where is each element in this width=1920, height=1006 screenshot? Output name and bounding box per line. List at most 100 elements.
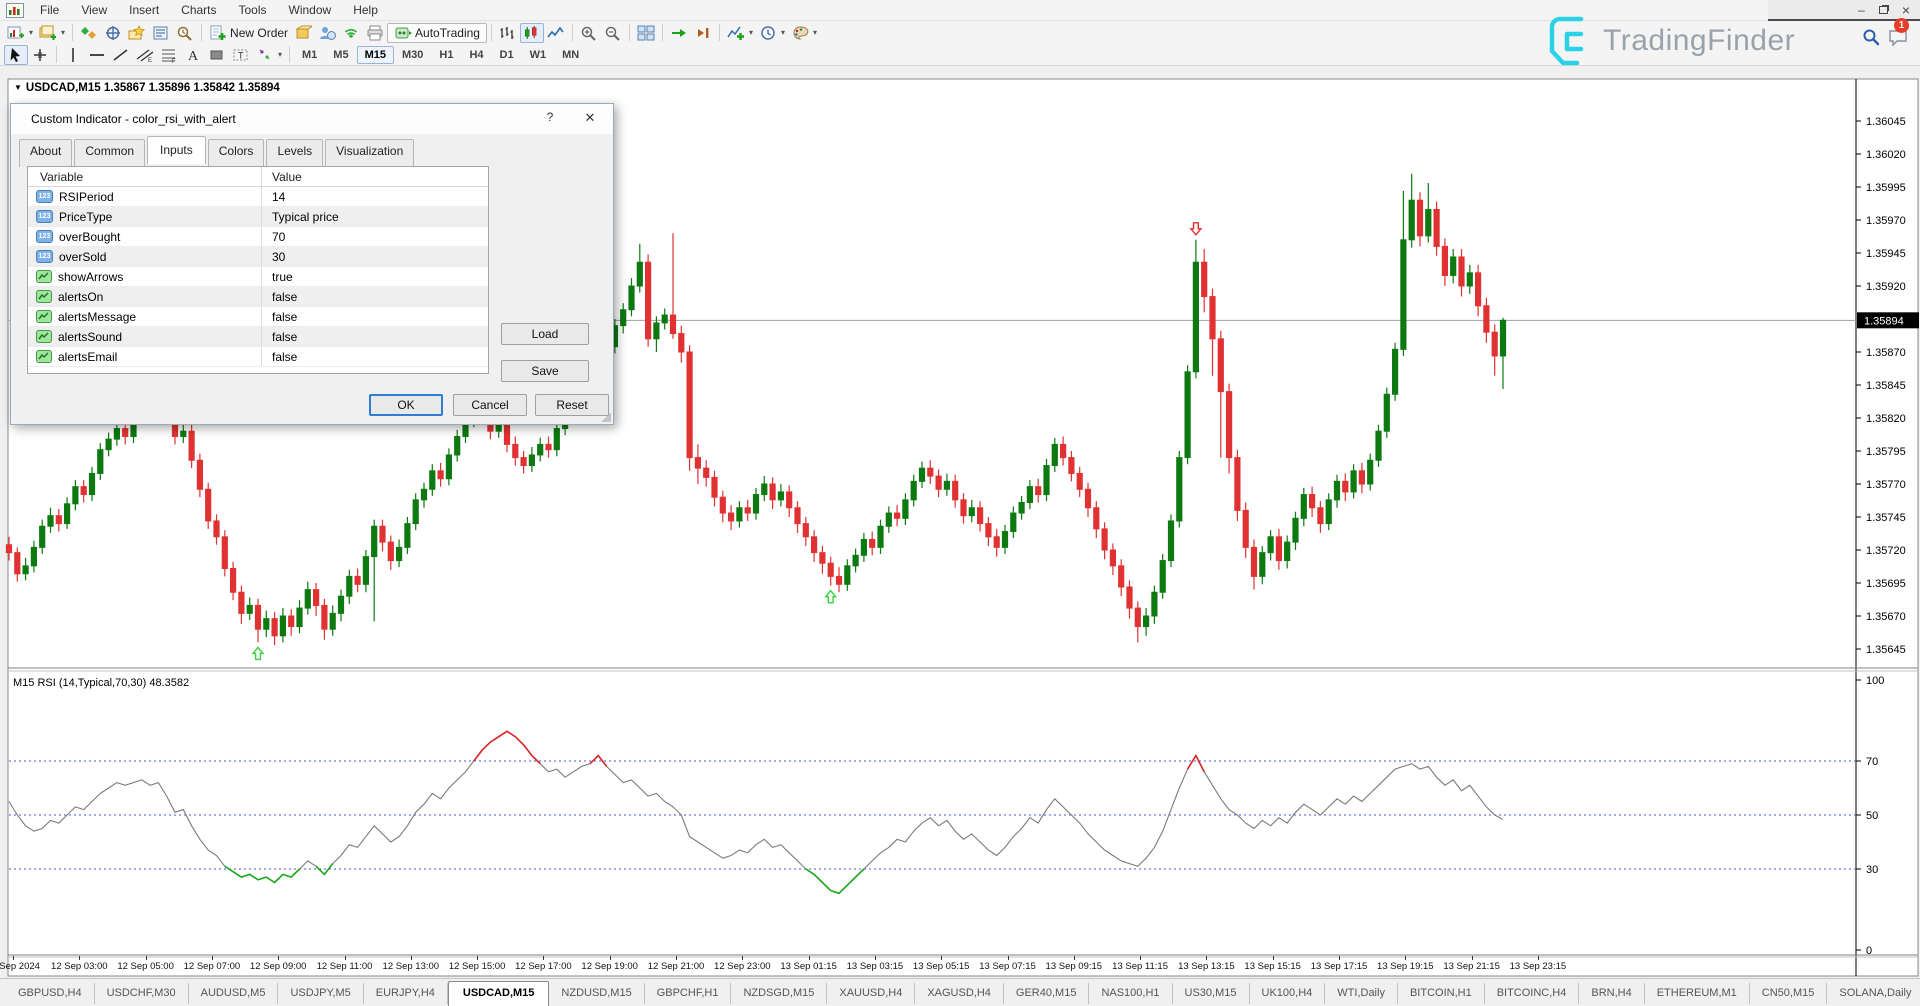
time-label: 13 Sep 23:15 — [1510, 961, 1567, 972]
param-row-rsiperiod[interactable]: 123RSIPeriod14 — [28, 187, 488, 207]
symbol-tab-nas100[interactable]: NAS100,H1 — [1089, 983, 1172, 1004]
symbol-tab-us30[interactable]: US30,M15 — [1173, 983, 1250, 1004]
svg-text:1.35870: 1.35870 — [1866, 347, 1906, 359]
collapse-triangle-icon[interactable]: ▼ — [14, 83, 22, 92]
param-name: alertsMessage — [58, 310, 136, 324]
symbol-tab-wti[interactable]: WTI,Daily — [1325, 983, 1398, 1004]
svg-text:1.35970: 1.35970 — [1866, 215, 1906, 227]
time-label: 12 Sep 13:00 — [383, 961, 440, 972]
time-label: 13 Sep 11:15 — [1112, 961, 1168, 972]
ok-button[interactable]: OK — [369, 394, 443, 416]
time-label: 12 Sep 17:00 — [515, 961, 572, 972]
time-label: 12 Sep 19:00 — [581, 961, 638, 972]
param-value[interactable]: false — [262, 290, 488, 304]
time-label: 13 Sep 03:15 — [847, 961, 904, 972]
time-label: 13 Sep 17:15 — [1311, 961, 1368, 972]
symbol-tab-ger40[interactable]: GER40,M15 — [1004, 983, 1090, 1004]
param-row-pricetype[interactable]: 123PriceTypeTypical price — [28, 207, 488, 227]
tradingfinder-wordmark: TradingFinder — [1603, 24, 1795, 58]
dialog-close-button[interactable]: ✕ — [579, 110, 601, 128]
series-param-icon — [36, 290, 52, 303]
symbol-tab-cn50[interactable]: CN50,M15 — [1750, 983, 1828, 1004]
symbol-tab-gbpchf[interactable]: GBPCHF,H1 — [645, 983, 732, 1004]
numeric-param-icon: 123 — [36, 250, 53, 263]
quote-symbol: USDCAD,M15 — [26, 82, 101, 94]
load-button[interactable]: Load — [501, 323, 589, 345]
symbol-tabs: GBPUSD,H4USDCHF,M30AUDUSD,M5USDJPY,M5EUR… — [6, 981, 1920, 1006]
tradingfinder-watermark: TradingFinder — [1545, 14, 1795, 68]
symbol-tab-solana[interactable]: SOLANA,Daily — [1827, 983, 1920, 1004]
tradingfinder-logo-icon — [1545, 14, 1591, 68]
current-price-tag: 1.35894 — [1864, 315, 1904, 327]
symbol-tab-usdchf[interactable]: USDCHF,M30 — [95, 983, 189, 1004]
series-param-icon — [36, 310, 52, 323]
svg-text:1.35770: 1.35770 — [1866, 479, 1906, 491]
svg-text:1.35845: 1.35845 — [1866, 380, 1906, 392]
resize-grip[interactable] — [601, 412, 611, 422]
reset-button[interactable]: Reset — [535, 394, 609, 416]
param-row-alertsemail[interactable]: alertsEmailfalse — [28, 347, 488, 367]
symbol-tab-ethereum[interactable]: ETHEREUM,M1 — [1645, 983, 1750, 1004]
time-label: 12 Sep 15:00 — [449, 961, 506, 972]
time-label: 13 Sep 21:15 — [1443, 961, 1500, 972]
symbol-tab-gbpusd[interactable]: GBPUSD,H4 — [6, 983, 95, 1004]
param-value[interactable]: 14 — [262, 190, 488, 204]
cancel-button[interactable]: Cancel — [453, 394, 527, 416]
time-label: 13 Sep 09:15 — [1046, 961, 1103, 972]
symbol-tab-usdcad[interactable]: USDCAD,M15 — [448, 981, 550, 1006]
symbol-tab-brn[interactable]: BRN,H4 — [1579, 983, 1644, 1004]
symbol-tab-eurjpy[interactable]: EURJPY,H4 — [364, 983, 448, 1004]
numeric-param-icon: 123 — [36, 230, 53, 243]
svg-text:1.36020: 1.36020 — [1866, 149, 1906, 161]
param-name: RSIPeriod — [59, 190, 114, 204]
param-name: alertsOn — [58, 290, 103, 304]
dialog-tab-colors[interactable]: Colors — [208, 139, 265, 167]
param-row-overbought[interactable]: 123overBought70 — [28, 227, 488, 247]
param-value[interactable]: false — [262, 350, 488, 364]
dialog-help-button[interactable]: ? — [539, 110, 561, 128]
param-value[interactable]: 30 — [262, 250, 488, 264]
param-value[interactable]: 70 — [262, 230, 488, 244]
time-label: 13 Sep 07:15 — [979, 961, 1036, 972]
time-label: 12 Sep 2024 — [0, 961, 40, 972]
param-name: PriceType — [59, 210, 112, 224]
svg-text:100: 100 — [1866, 675, 1884, 687]
symbol-tab-nzdsgd[interactable]: NZDSGD,M15 — [731, 983, 827, 1004]
symbol-tab-usdjpy[interactable]: USDJPY,M5 — [278, 983, 363, 1004]
dialog-tab-visualization[interactable]: Visualization — [325, 139, 414, 167]
symbol-tab-audusd[interactable]: AUDUSD,M5 — [189, 983, 279, 1004]
param-row-oversold[interactable]: 123overSold30 — [28, 247, 488, 267]
time-label: 12 Sep 07:00 — [184, 961, 241, 972]
dialog-tab-about[interactable]: About — [19, 139, 72, 167]
param-value[interactable]: true — [262, 270, 488, 284]
param-value[interactable]: false — [262, 310, 488, 324]
param-row-alertsmessage[interactable]: alertsMessage false — [28, 307, 488, 327]
param-value[interactable]: false — [262, 330, 488, 344]
time-axis[interactable]: 12 Sep 202412 Sep 03:0012 Sep 05:0012 Se… — [0, 958, 1856, 976]
dialog-tabs: AboutCommonInputsColorsLevelsVisualizati… — [19, 136, 416, 164]
param-name: showArrows — [58, 270, 123, 284]
svg-text:1.36045: 1.36045 — [1866, 116, 1906, 128]
symbol-tab-nzdusd[interactable]: NZDUSD,M15 — [549, 983, 644, 1004]
param-row-alertson[interactable]: alertsOn false — [28, 287, 488, 307]
charts-tab-bar: GBPUSD,H4USDCHF,M30AUDUSD,M5USDJPY,M5EUR… — [0, 978, 1920, 1006]
symbol-tab-bitcoinc[interactable]: BITCOINC,H4 — [1485, 983, 1580, 1004]
quote-header: ▼USDCAD,M15 1.35867 1.35896 1.35842 1.35… — [14, 82, 280, 94]
dialog-tab-common[interactable]: Common — [74, 139, 145, 167]
time-label: 13 Sep 01:15 — [780, 961, 837, 972]
symbol-tab-bitcoin[interactable]: BITCOIN,H1 — [1398, 983, 1485, 1004]
time-label: 12 Sep 03:00 — [51, 961, 108, 972]
symbol-tab-xauusd[interactable]: XAUUSD,H4 — [827, 983, 915, 1004]
dialog-tab-levels[interactable]: Levels — [266, 139, 323, 167]
parameters-table: VariableValue 123 RSIPeriod 14 123 PriceType T… — [27, 166, 489, 374]
param-row-alertssound[interactable]: alertsSoundfalse — [28, 327, 488, 347]
table-header-row: VariableValue — [28, 167, 488, 187]
param-row-showarrows[interactable]: showArrows true — [28, 267, 488, 287]
symbol-tab-xagusd[interactable]: XAGUSD,H4 — [915, 983, 1004, 1004]
save-button[interactable]: Save — [501, 360, 589, 382]
param-value[interactable]: Typical price — [262, 210, 488, 224]
symbol-tab-uk100[interactable]: UK100,H4 — [1250, 983, 1326, 1004]
svg-text:1.35820: 1.35820 — [1866, 413, 1906, 425]
time-label: 13 Sep 15:15 — [1244, 961, 1301, 972]
dialog-tab-inputs[interactable]: Inputs — [147, 136, 206, 164]
